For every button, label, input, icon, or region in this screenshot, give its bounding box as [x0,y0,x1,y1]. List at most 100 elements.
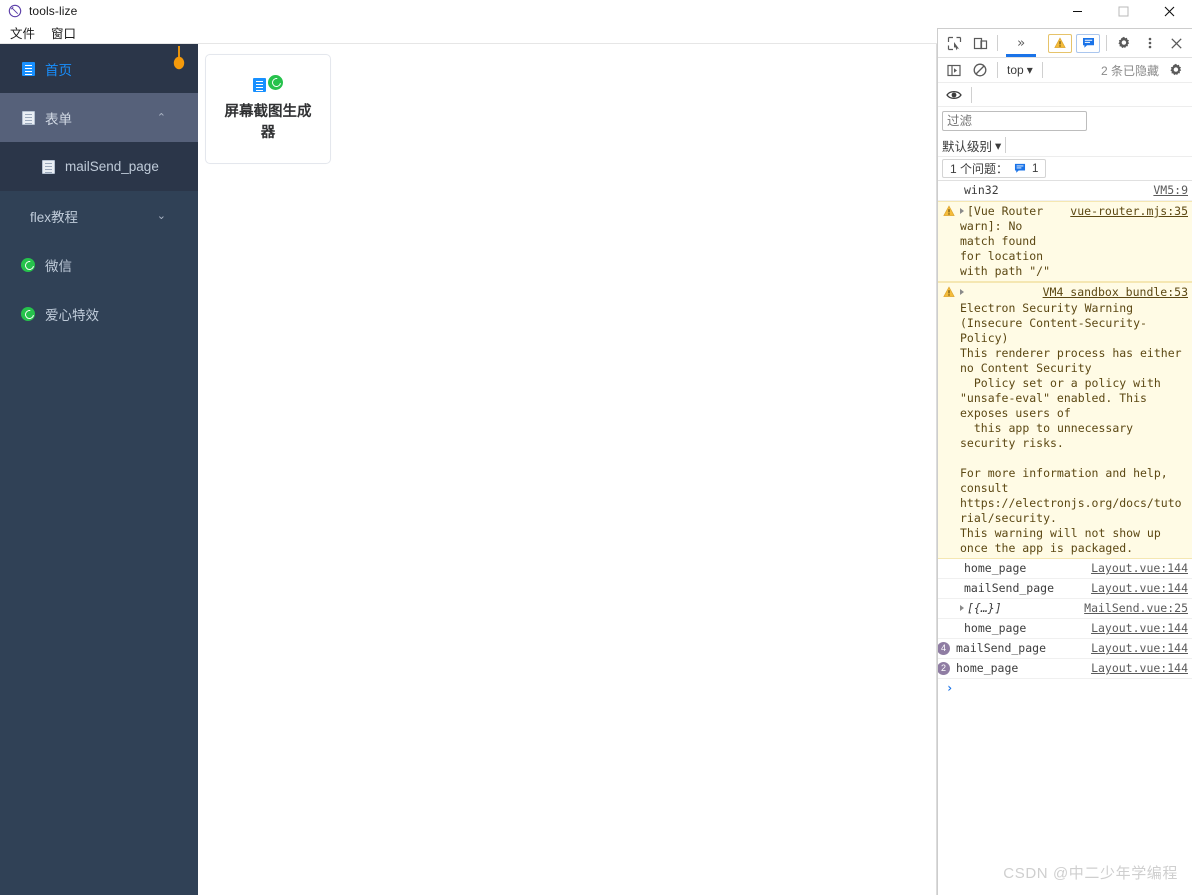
console-row-warning[interactable]: [Vue Router warn]: No match found for lo… [938,201,1192,282]
console-message-text: [{…}] [967,601,1002,615]
row-gutter [938,183,960,198]
console-message: mailSend_page [964,581,1055,595]
console-sidebar-icon[interactable] [941,58,967,82]
execution-context-select[interactable]: top ▾ [1002,63,1038,77]
sidebar-item-forms[interactable]: 表单 ⌃ [0,93,198,142]
console-source-link[interactable]: VM4 sandbox bundle:53 [1043,285,1188,300]
app-logo-icon [7,4,22,19]
tab-more-panels[interactable]: » [1006,29,1036,57]
live-expression-icon[interactable] [941,83,967,107]
filter-input[interactable] [942,110,1087,131]
console-row-warning[interactable]: VM4 sandbox bundle:53 Electron Security … [938,282,1192,559]
document-icon [20,110,36,126]
menu-item-window[interactable]: 窗口 [49,22,78,43]
console-row-repeated[interactable]: 2 home_page Layout.vue:144 [938,659,1192,679]
minimize-button[interactable] [1054,0,1100,22]
console-prompt[interactable]: › [938,679,1192,698]
warning-icon [938,285,960,300]
sidebar-item-home[interactable]: 首页 [0,44,198,93]
issues-chip[interactable]: 1 个问题： 1 [942,159,1047,178]
repeat-count-badge: 4 [938,642,950,655]
gear-icon[interactable] [1163,58,1189,82]
title-bar: tools-lize [0,0,1192,22]
card-icons [253,74,283,95]
warning-badge[interactable] [1048,33,1072,53]
filter-bar [938,107,1192,134]
console-source-link[interactable]: Layout.vue:144 [1091,621,1188,636]
console-row[interactable]: win32 VM5:9 [938,181,1192,201]
close-icon[interactable] [1163,31,1189,55]
row-gutter: 4 [938,641,956,656]
devtools-panel: » top ▾ 2 条已隐藏 过滤 默认级别 ▾ 1 个问题： 1 win32 … [937,28,1192,895]
close-button[interactable] [1146,0,1192,22]
console-message-text: [Vue Router warn]: No match found for lo… [960,204,1051,278]
console-row[interactable]: home_page Layout.vue:144 [938,559,1192,579]
console-row[interactable]: mailSend_page Layout.vue:144 [938,579,1192,599]
inspect-element-icon[interactable] [941,31,967,55]
sidebar-item-heart-effect[interactable]: 爱心特效 [0,289,198,338]
console-row-object[interactable]: [{…}] MailSend.vue:25 [938,599,1192,619]
console-source-link[interactable]: Layout.vue:144 [1091,561,1188,576]
sidebar-item-label: mailSend_page [65,159,159,174]
gear-icon[interactable] [1111,31,1137,55]
console-source-link[interactable]: Layout.vue:144 [1091,661,1188,676]
sidebar-item-label: 爱心特效 [45,307,99,323]
log-level-value: 默认级别 [942,139,993,154]
issues-count: 1 [1032,162,1039,175]
wechat-icon [20,306,36,322]
expand-triangle-icon[interactable] [960,605,964,611]
toolbar-divider [1041,62,1043,78]
execution-context-value: top [1007,63,1024,77]
document-icon [40,159,56,175]
sidebar-item-wechat[interactable]: 微信 [0,240,198,289]
maximize-button[interactable] [1100,0,1146,22]
chevron-down-icon: ▾ [995,138,1002,153]
hidden-messages-count: 2 条已隐藏 [1100,63,1159,78]
row-gutter [938,581,960,596]
console-message: home_page [964,621,1027,635]
tool-card-screenshot-generator[interactable]: 屏幕截图生成器 [205,54,331,164]
expand-triangle-icon[interactable] [960,208,964,214]
console-row-repeated[interactable]: 4 mailSend_page Layout.vue:144 [938,639,1192,659]
sidebar-item-flex-tutorial[interactable]: flex教程 ⌄ [0,191,198,240]
console-message: home_page [964,561,1027,575]
devtools-tabs: » [1006,29,1036,58]
console-message: [{…}] [960,601,1078,616]
sidebar: 首页 表单 ⌃ mailSend_page flex教程 ⌄ 微信 爱心特效 [0,44,198,895]
message-badge[interactable] [1076,33,1100,53]
sidebar-item-label: flex教程 [30,209,79,225]
console-source-link[interactable]: MailSend.vue:25 [1084,601,1188,616]
title-bar-left: tools-lize [0,4,77,19]
toolbar-divider [997,62,998,78]
toolbar-divider [997,35,998,51]
row-gutter [938,621,960,636]
console-source-link[interactable]: vue-router.mjs:35 [1070,204,1188,219]
console-log-list: win32 VM5:9 [Vue Router warn]: No match … [938,181,1192,698]
console-source-link[interactable]: Layout.vue:144 [1091,641,1188,656]
document-icon [20,61,36,77]
sidebar-item-mailsend-page[interactable]: mailSend_page [0,142,198,191]
toolbar-divider [1005,137,1007,153]
issues-label: 1 个问题： [950,162,1009,176]
message-icon [1014,163,1026,174]
sidebar-item-label: 表单 [45,111,72,127]
kebab-menu-icon[interactable] [1137,31,1163,55]
row-gutter [938,601,960,616]
log-level-select[interactable]: 默认级别 ▾ [942,136,1001,155]
repeat-count-badge: 2 [938,662,950,675]
sidebar-item-label: 首页 [45,62,72,78]
level-bar: 默认级别 ▾ [938,134,1192,157]
device-toolbar-icon[interactable] [967,31,993,55]
console-source-link[interactable]: VM5:9 [1153,183,1188,198]
menu-item-file[interactable]: 文件 [8,22,37,43]
row-gutter: 2 [938,661,956,676]
console-row[interactable]: home_page Layout.vue:144 [938,619,1192,639]
issues-bar: 1 个问题： 1 [938,157,1192,181]
expand-triangle-icon[interactable] [960,289,964,295]
console-source-link[interactable]: Layout.vue:144 [1091,581,1188,596]
console-message: home_page [956,661,1019,675]
watermark: CSDN @中二少年学编程 [1003,865,1178,882]
window-title: tools-lize [29,4,78,18]
clear-console-icon[interactable] [967,58,993,82]
warning-icon [938,204,960,279]
